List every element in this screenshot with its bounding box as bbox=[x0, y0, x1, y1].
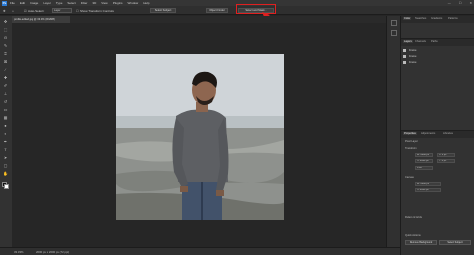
x-field[interactable]: X: 0 px bbox=[437, 153, 455, 157]
layer-row[interactable]: Frame bbox=[403, 60, 473, 65]
menu-edit[interactable]: Edit bbox=[20, 1, 25, 5]
layer-row[interactable]: Frame bbox=[403, 48, 473, 53]
zoom-level[interactable]: 33.33% bbox=[14, 250, 24, 254]
select-subject-button[interactable]: Select Subject bbox=[150, 8, 176, 13]
lasso-tool-icon[interactable]: ʘ bbox=[3, 35, 8, 40]
frame-tool-icon[interactable]: ⊠ bbox=[3, 59, 8, 64]
layer-dropdown[interactable]: Layer bbox=[52, 8, 72, 13]
eyedropper-tool-icon[interactable]: ⁄ bbox=[3, 67, 8, 72]
menu-type[interactable]: Type bbox=[56, 1, 63, 5]
tools-panel: ✥ ⬚ ʘ ✎ ⌗ ⊠ ⁄ ✚ ✐ ⊥ ↺ ▭ ▦ ● ◐ ✒ T ➤ ▢ ✋ bbox=[0, 16, 12, 247]
document-tab[interactable]: profile-edited.jpg @ 33.3% (RGB/8) bbox=[12, 16, 70, 23]
maximize-button[interactable]: ☐ bbox=[459, 1, 462, 5]
layers-panel-tabs: Layers Channels Paths bbox=[401, 39, 474, 46]
pen-tool-icon[interactable]: ✒ bbox=[3, 139, 8, 144]
rulers-grids-label: Rulers & Grids bbox=[405, 216, 422, 219]
menu-3d[interactable]: 3D bbox=[92, 1, 96, 5]
healing-tool-icon[interactable]: ✚ bbox=[3, 75, 8, 80]
tab-libraries[interactable]: Libraries bbox=[443, 132, 453, 135]
path-select-tool-icon[interactable]: ➤ bbox=[3, 155, 8, 160]
menu-window[interactable]: Window bbox=[128, 1, 139, 5]
move-tool-icon[interactable]: ✥ bbox=[3, 9, 6, 13]
photo-man-at-beach bbox=[116, 54, 284, 220]
width-field[interactable]: W: 2000 px bbox=[415, 153, 433, 157]
y-field[interactable]: Y: 0 px bbox=[437, 159, 455, 163]
pixel-layer-label: Pixel Layer bbox=[405, 140, 418, 143]
brush-tool-icon[interactable]: ✐ bbox=[3, 83, 8, 88]
crop-tool-icon[interactable]: ⌗ bbox=[3, 51, 8, 56]
layer-thumbnail bbox=[403, 60, 406, 64]
menu-filter[interactable]: Filter bbox=[81, 1, 88, 5]
layer-row[interactable]: Frame bbox=[403, 54, 473, 59]
select-subject-panel-button[interactable]: Select Subject bbox=[439, 240, 471, 245]
document-tab-bar: profile-edited.jpg @ 33.3% (RGB/8) bbox=[12, 16, 386, 23]
menu-select[interactable]: Select bbox=[67, 1, 75, 5]
stamp-tool-icon[interactable]: ⊥ bbox=[3, 91, 8, 96]
eraser-tool-icon[interactable]: ▭ bbox=[3, 107, 8, 112]
tab-color[interactable]: Color bbox=[403, 17, 412, 20]
show-transform-label: Show Transform Controls bbox=[80, 9, 114, 13]
right-panels: Color Swatches Gradients Patterns Layers… bbox=[400, 16, 474, 255]
photo-canvas[interactable] bbox=[116, 54, 284, 220]
tab-gradients[interactable]: Gradients bbox=[431, 17, 442, 20]
move-tool-icon[interactable]: ✥ bbox=[3, 19, 8, 24]
transform-checkbox[interactable]: ☐ bbox=[76, 9, 79, 13]
menu-plugins[interactable]: Plugins bbox=[113, 1, 123, 5]
history-brush-tool-icon[interactable]: ↺ bbox=[3, 99, 8, 104]
color-panel-tabs: Color Swatches Gradients Patterns bbox=[401, 16, 474, 23]
quick-actions-label: Quick Actions bbox=[405, 234, 421, 237]
tab-properties[interactable]: Properties bbox=[403, 132, 417, 135]
menu-view[interactable]: View bbox=[101, 1, 107, 5]
hand-tool-icon[interactable]: ✋ bbox=[3, 171, 8, 176]
angle-field[interactable]: 0.00° bbox=[415, 166, 433, 170]
canvas-label: Canvas bbox=[405, 176, 414, 179]
history-icon[interactable] bbox=[391, 20, 397, 26]
object-finder-button[interactable]: Object Finder bbox=[206, 8, 228, 13]
height-field[interactable]: H: 2000 px bbox=[415, 159, 433, 163]
dodge-tool-icon[interactable]: ◐ bbox=[3, 131, 8, 136]
background-color-swatch[interactable] bbox=[4, 184, 9, 189]
quick-select-tool-icon[interactable]: ✎ bbox=[3, 43, 8, 48]
tab-adjustments[interactable]: Adjustments bbox=[421, 132, 435, 135]
blur-tool-icon[interactable]: ● bbox=[3, 123, 8, 128]
menu-help[interactable]: Help bbox=[143, 1, 149, 5]
canvas-size-field[interactable]: W: 2000 px bbox=[415, 182, 441, 186]
remove-background-button[interactable]: Remove Background bbox=[405, 240, 437, 245]
collapsed-panel-strip bbox=[386, 16, 400, 247]
menu-image[interactable]: Image bbox=[30, 1, 38, 5]
layer-thumbnail bbox=[403, 48, 406, 52]
layer-thumbnail bbox=[403, 54, 406, 58]
highlight-annotation bbox=[236, 4, 276, 14]
marquee-tool-icon[interactable]: ⬚ bbox=[3, 27, 8, 32]
status-bar: 33.33% 2000 px x 2000 px (72 ppi) bbox=[0, 247, 400, 255]
auto-select-checkbox[interactable]: ☑ bbox=[24, 9, 27, 13]
tab-layers[interactable]: Layers bbox=[403, 40, 413, 43]
transform-label: Transform bbox=[405, 147, 417, 150]
tab-swatches[interactable]: Swatches bbox=[415, 17, 426, 20]
type-tool-icon[interactable]: T bbox=[3, 147, 8, 152]
tab-patterns[interactable]: Patterns bbox=[448, 17, 458, 20]
properties-panel-tabs: Properties Adjustments Libraries bbox=[401, 131, 474, 138]
menu-file[interactable]: File bbox=[10, 1, 15, 5]
minimize-button[interactable]: — bbox=[448, 1, 451, 5]
auto-select-label: Auto-Select: bbox=[28, 9, 45, 13]
canvas-height-field[interactable]: H: 2000 px bbox=[415, 188, 441, 192]
brush-settings-icon[interactable] bbox=[391, 30, 397, 36]
document-info: 2000 px x 2000 px (72 ppi) bbox=[36, 250, 70, 254]
gradient-tool-icon[interactable]: ▦ bbox=[3, 115, 8, 120]
tab-paths[interactable]: Paths bbox=[431, 40, 438, 43]
home-icon[interactable]: ⌂ bbox=[12, 9, 14, 13]
shape-tool-icon[interactable]: ▢ bbox=[3, 163, 8, 168]
close-button[interactable]: ✕ bbox=[469, 1, 472, 5]
photoshop-logo: Ps bbox=[2, 0, 7, 6]
tab-channels[interactable]: Channels bbox=[415, 40, 426, 43]
menu-layer[interactable]: Layer bbox=[43, 1, 51, 5]
